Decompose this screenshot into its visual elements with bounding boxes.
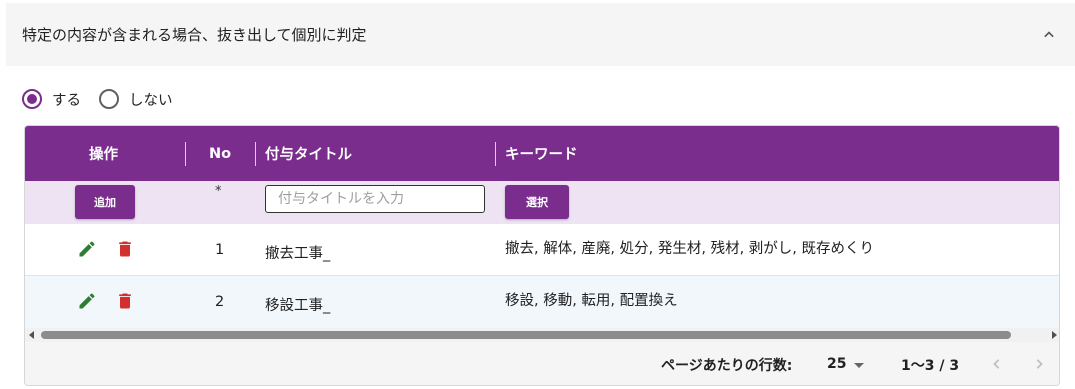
row-title: 撤去工事_ (265, 246, 331, 262)
column-separator (185, 142, 186, 166)
panel-title: 特定の内容が含まれる場合、抜き出して個別に判定 (22, 26, 367, 44)
add-row: 追加 * 選択 (25, 181, 1059, 224)
radio-yes[interactable]: する (22, 89, 81, 110)
column-header-keyword: キーワード (505, 147, 578, 163)
row-number: 2 (215, 294, 225, 310)
pagination-footer: ページあたりの行数: 25 1〜3 / 3 (25, 342, 1059, 385)
filter-panel: 特定の内容が含まれる場合、抜き出して個別に判定 する しない 操作 No 付与タ… (6, 3, 1075, 389)
rows-per-page-value: 25 (827, 356, 847, 372)
radio-no-label: しない (129, 92, 173, 109)
keyword-table: 操作 No 付与タイトル キーワード 追加 * 選択 1 撤去工事_ 撤去, 解… (24, 125, 1060, 386)
row-number: 1 (215, 242, 225, 258)
column-header-title: 付与タイトル (265, 147, 352, 163)
column-header-action: 操作 (89, 147, 118, 163)
panel-header[interactable]: 特定の内容が含まれる場合、抜き出して個別に判定 (6, 3, 1075, 66)
radio-yes-label: する (52, 92, 81, 109)
chevron-right-icon[interactable] (1029, 354, 1049, 374)
caret-down-icon (854, 362, 865, 368)
row-keywords: 撤去, 解体, 産廃, 処分, 発生材, 残材, 剥がし, 既存めくり (505, 241, 875, 257)
scroll-left-icon[interactable] (29, 331, 34, 339)
chevron-left-icon[interactable] (987, 354, 1007, 374)
page-range: 1〜3 / 3 (901, 358, 960, 374)
table-row: 2 移設工事_ 移設, 移動, 転用, 配置換え (25, 276, 1059, 328)
column-header-no: No (209, 145, 232, 162)
select-keyword-button[interactable]: 選択 (505, 185, 569, 219)
new-row-marker: * (215, 184, 222, 199)
scroll-right-icon[interactable] (1052, 331, 1057, 339)
table-row: 1 撤去工事_ 撤去, 解体, 産廃, 処分, 発生材, 残材, 剥がし, 既存… (25, 224, 1059, 276)
radio-no[interactable]: しない (99, 89, 173, 110)
edit-icon[interactable] (77, 239, 97, 259)
add-button[interactable]: 追加 (75, 185, 135, 219)
chevron-up-icon[interactable] (1039, 25, 1059, 45)
scrollbar-thumb[interactable] (41, 331, 1011, 339)
column-separator (495, 142, 496, 166)
row-keywords: 移設, 移動, 転用, 配置換え (505, 293, 678, 309)
title-input[interactable] (265, 185, 485, 213)
column-separator (255, 142, 256, 166)
horizontal-scrollbar[interactable] (25, 328, 1059, 342)
extract-radio-group: する しない (22, 87, 191, 111)
rows-per-page-select[interactable]: 25 (827, 353, 865, 375)
row-title: 移設工事_ (265, 298, 331, 314)
edit-icon[interactable] (77, 291, 97, 311)
radio-no-indicator[interactable] (99, 89, 119, 109)
delete-icon[interactable] (115, 239, 135, 259)
delete-icon[interactable] (115, 291, 135, 311)
radio-yes-indicator[interactable] (22, 89, 42, 109)
table-header: 操作 No 付与タイトル キーワード (25, 126, 1059, 181)
rows-per-page-label: ページあたりの行数: (661, 358, 793, 374)
